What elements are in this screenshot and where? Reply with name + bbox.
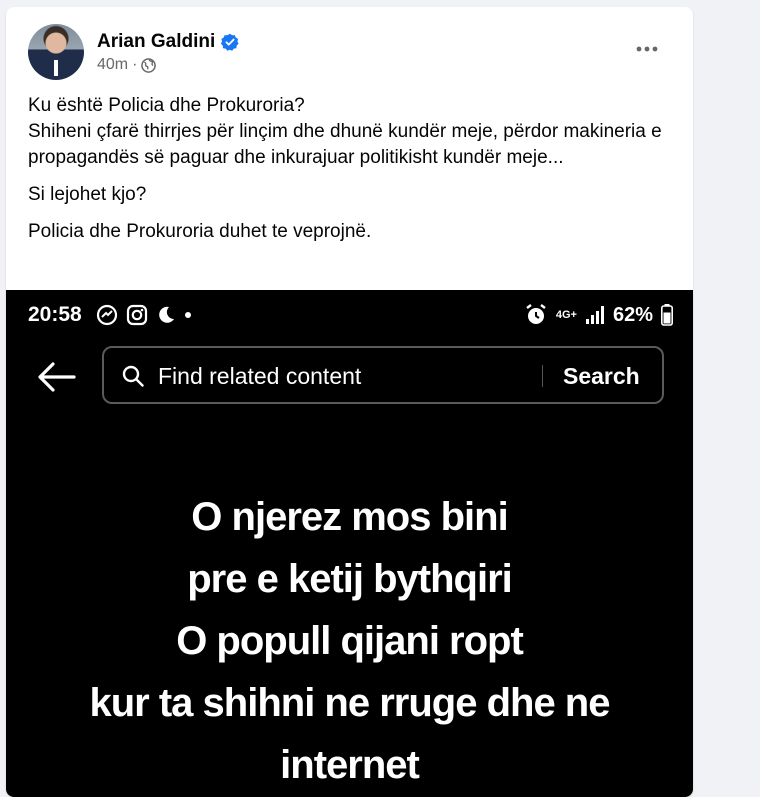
do-not-disturb-moon-icon	[159, 306, 174, 323]
more-options-button[interactable]	[629, 31, 665, 67]
search-input[interactable]: Find related content Search	[102, 346, 664, 404]
post-image[interactable]: 20:58 4G+ 62% Find related content Searc…	[6, 290, 693, 797]
search-button[interactable]: Search	[563, 363, 640, 390]
search-divider	[542, 365, 543, 387]
signal-bars-icon	[585, 306, 604, 324]
battery-percentage: 62%	[612, 303, 653, 326]
back-arrow-icon[interactable]	[36, 360, 76, 394]
overlay-text: O njerez mos bini pre e ketij bythqiri O…	[6, 486, 693, 796]
post-paragraph: Ku është Policia dhe Prokuroria? Shiheni…	[28, 95, 662, 168]
messenger-icon	[96, 304, 118, 326]
network-type: 4G+	[555, 308, 577, 321]
overlay-line: O njerez mos bini	[191, 495, 508, 539]
overlay-line: pre e ketij bythqiri	[187, 557, 513, 601]
status-notification-icons	[96, 304, 192, 326]
status-time: 20:58	[28, 303, 82, 326]
overlay-line: O popull qijani ropt	[176, 619, 524, 663]
author-line: Arian Galdini	[97, 31, 239, 53]
phone-status-bar: 20:58 4G+ 62%	[6, 290, 693, 340]
globe-icon[interactable]	[141, 57, 157, 73]
verified-badge-icon	[221, 33, 239, 51]
search-placeholder: Find related content	[158, 363, 362, 389]
overlay-line: internet	[280, 743, 420, 787]
instagram-icon	[126, 304, 148, 326]
avatar[interactable]	[28, 24, 84, 80]
post-card: Arian Galdini 40m · Ku është Policia dhe…	[6, 7, 693, 797]
search-icon	[122, 365, 144, 387]
author-name[interactable]: Arian Galdini	[97, 31, 215, 53]
post-header: Arian Galdini 40m ·	[6, 7, 693, 87]
post-paragraph: Policia dhe Prokuroria duhet te veprojnë…	[28, 221, 372, 242]
post-meta: 40m ·	[97, 56, 157, 74]
post-paragraph: Si lejohet kjo?	[28, 184, 147, 205]
status-right-group: 4G+ 62%	[524, 303, 673, 327]
battery-icon	[661, 304, 673, 326]
avatar-detail	[54, 60, 58, 76]
post-text: Ku është Policia dhe Prokuroria? Shiheni…	[28, 93, 668, 256]
more-notifications-dot-icon	[185, 312, 191, 318]
more-options-icon	[636, 46, 658, 52]
post-timestamp[interactable]: 40m	[97, 56, 128, 74]
alarm-icon	[526, 304, 546, 324]
overlay-line: kur ta shihni ne rruge dhe ne	[89, 681, 611, 725]
meta-separator: ·	[132, 56, 138, 73]
